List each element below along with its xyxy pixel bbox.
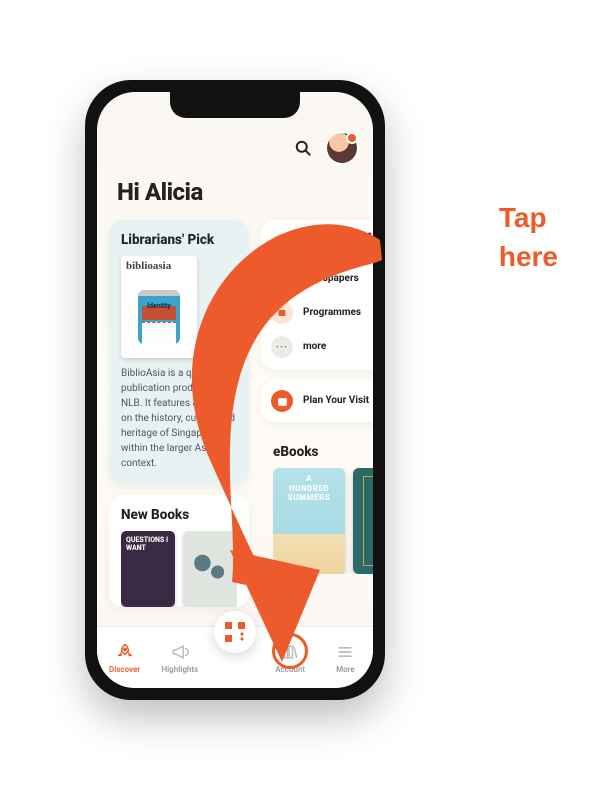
- books-icon: [280, 642, 300, 662]
- tab-bar: Discover Highlights Account: [97, 626, 373, 688]
- menu-item-label: Newspapers: [303, 273, 359, 285]
- new-book-1[interactable]: [121, 531, 175, 607]
- new-books-row: [121, 531, 237, 607]
- pick-book-cover: biblioasia Identity: [121, 256, 197, 358]
- tab-label: Account: [275, 665, 305, 674]
- menu-item-label: more: [303, 341, 326, 353]
- ebooks-card[interactable]: eBooks: [261, 432, 373, 574]
- tab-highlights[interactable]: Highlights: [152, 627, 207, 688]
- new-books-card[interactable]: New Books: [109, 495, 249, 607]
- tab-account[interactable]: Account: [263, 627, 318, 688]
- menu-item-label: eNewspapers & eMagazines: [303, 232, 373, 256]
- programmes-icon: [271, 302, 293, 324]
- quick-menu-card: eNewspapers & eMagazines Newspapers: [261, 220, 373, 370]
- ebooks-title: eBooks: [273, 444, 373, 460]
- phone-screen: Hi Alicia Librarians' Pick biblioasia Id…: [97, 92, 373, 688]
- menu-icon: [335, 642, 355, 662]
- newspaper-icon: [271, 233, 293, 255]
- librarians-pick-card[interactable]: Librarians' Pick biblioasia Identity Bib…: [109, 220, 249, 485]
- phone-frame: Hi Alicia Librarians' Pick biblioasia Id…: [85, 80, 385, 700]
- greeting: Hi Alicia: [117, 178, 203, 206]
- tab-label: Discover: [109, 665, 140, 674]
- plan-visit-label: Plan Your Visit: [303, 395, 369, 407]
- left-column: Librarians' Pick biblioasia Identity Bib…: [109, 220, 249, 622]
- callout-line1: Tap: [499, 198, 558, 237]
- librarians-pick-title: Librarians' Pick: [121, 232, 237, 248]
- pick-description: BiblioAsia is a quarterly publication pr…: [121, 366, 237, 471]
- top-bar: [97, 128, 373, 168]
- rocket-icon: [115, 642, 135, 662]
- plan-visit-card[interactable]: Plan Your Visit: [261, 380, 373, 422]
- can-label: Identity: [147, 302, 171, 310]
- right-column: eNewspapers & eMagazines Newspapers: [261, 220, 373, 622]
- menu-item-programmes[interactable]: Programmes: [271, 296, 373, 330]
- news-icon: [271, 268, 293, 290]
- callout-text: Tap here: [499, 198, 558, 276]
- content-columns: Librarians' Pick biblioasia Identity Bib…: [109, 220, 361, 622]
- pick-book-brand: biblioasia: [121, 256, 197, 272]
- megaphone-icon: [170, 642, 190, 662]
- menu-item-label: Programmes: [303, 307, 361, 319]
- can-illustration: [138, 290, 180, 344]
- tab-more[interactable]: More: [318, 627, 373, 688]
- ebook-1[interactable]: [273, 468, 345, 574]
- tab-label: More: [336, 665, 355, 674]
- tab-label: Highlights: [161, 665, 198, 674]
- calendar-icon: [271, 390, 293, 412]
- search-button[interactable]: [289, 134, 317, 162]
- new-books-title: New Books: [121, 507, 237, 523]
- more-icon: ···: [271, 336, 293, 358]
- tab-scan[interactable]: [207, 627, 262, 688]
- qr-icon: [225, 622, 245, 642]
- tab-discover[interactable]: Discover: [97, 627, 152, 688]
- menu-item-enews[interactable]: eNewspapers & eMagazines: [271, 226, 373, 262]
- ebook-2[interactable]: [353, 468, 373, 574]
- avatar[interactable]: [327, 133, 357, 163]
- phone-notch: [170, 92, 300, 118]
- scan-button[interactable]: [214, 611, 256, 653]
- ebooks-row: [273, 468, 373, 574]
- new-book-2[interactable]: [183, 531, 237, 607]
- menu-item-more[interactable]: ··· more: [271, 330, 373, 364]
- callout-line2: here: [499, 237, 558, 276]
- menu-item-newspapers[interactable]: Newspapers: [271, 262, 373, 296]
- search-icon: [293, 138, 313, 158]
